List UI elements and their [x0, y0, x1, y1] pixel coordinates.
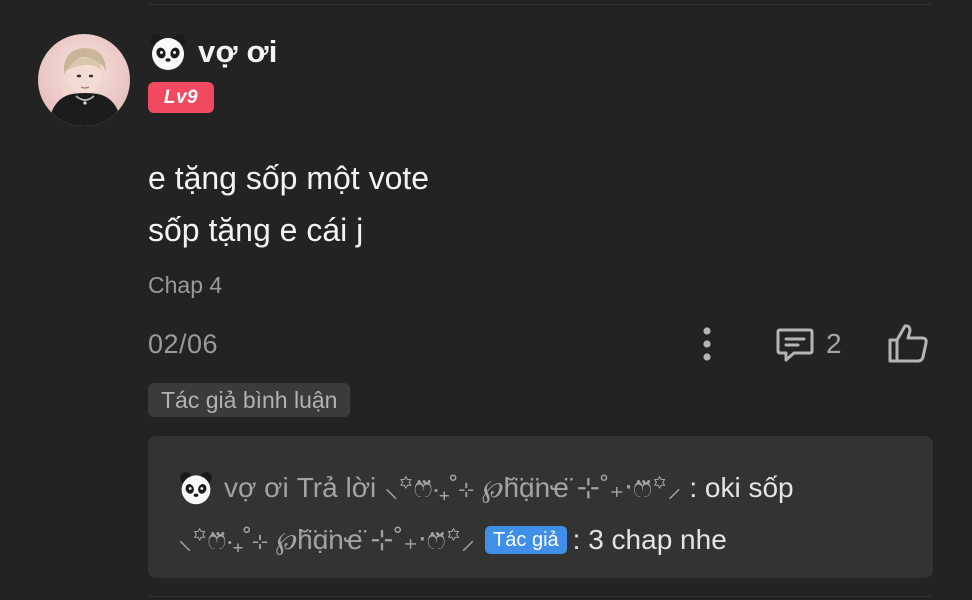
reply-word: Trả lời — [296, 472, 377, 503]
author-badge: Tác giả — [485, 526, 567, 554]
comment-line: sốp tặng e cái j — [148, 212, 364, 248]
username[interactable]: vợ ơi — [198, 34, 278, 70]
reply-target-username[interactable]: ⸜꙳ෆ⃛‧₊˚⊹ ℘h̆̈ɑ̣̈nҽ̈ ⊹˚₊‧ෆ⃛꙳⸝ — [384, 462, 681, 514]
more-options-button[interactable] — [694, 322, 720, 366]
reply-line: vợ ơi Trả lời ⸜꙳ෆ⃛‧₊˚⊹ ℘h̆̈ɑ̣̈nҽ̈ ⊹˚₊‧ෆ⃛… — [178, 462, 933, 514]
reply-button[interactable]: 2 — [774, 322, 842, 366]
comment-page: vợ ơi Lv9 e tặng sốp một vote sốp tặng e… — [0, 0, 972, 600]
top-divider — [148, 4, 932, 5]
comment-date: 02/06 — [148, 329, 219, 359]
panda-icon — [178, 470, 214, 506]
username-row: vợ ơi — [148, 30, 278, 74]
reply-message: : oki sốp — [689, 472, 794, 503]
like-button[interactable] — [884, 320, 932, 368]
more-vertical-icon — [703, 327, 711, 361]
panda-icon — [148, 32, 188, 72]
bottom-divider — [148, 596, 932, 597]
reply-count: 2 — [826, 328, 842, 359]
comment-line: e tặng sốp một vote — [148, 160, 430, 196]
comment-bubble-icon — [776, 328, 814, 362]
level-badge: Lv9 — [148, 82, 214, 113]
reply-line: ⸜꙳ෆ⃛‧₊˚⊹ ℘h̆̈ɑ̣̈nҽ̈ ⊹˚₊‧ෆ⃛꙳⸝ Tác giả : 3… — [178, 514, 933, 566]
avatar[interactable] — [38, 34, 130, 126]
author-username[interactable]: ⸜꙳ෆ⃛‧₊˚⊹ ℘h̆̈ɑ̣̈nҽ̈ ⊹˚₊‧ෆ⃛꙳⸝ — [178, 514, 475, 566]
comment-text: e tặng sốp một vote sốp tặng e cái j — [148, 152, 429, 256]
thumbs-up-icon — [888, 324, 928, 363]
reply-preview-box[interactable]: vợ ơi Trả lời ⸜꙳ෆ⃛‧₊˚⊹ ℘h̆̈ɑ̣̈nҽ̈ ⊹˚₊‧ෆ⃛… — [148, 436, 933, 578]
author-comment-tag: Tác giả bình luận — [148, 383, 351, 417]
reply-message: : 3 chap nhe — [572, 524, 727, 555]
chapter-label[interactable]: Chap 4 — [148, 272, 222, 299]
reply-username[interactable]: vợ ơi — [224, 462, 289, 514]
